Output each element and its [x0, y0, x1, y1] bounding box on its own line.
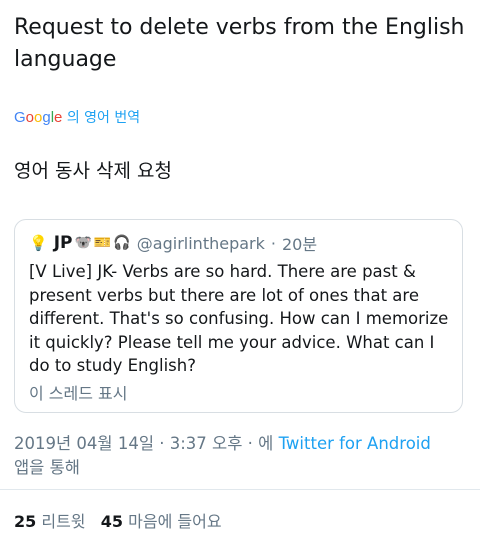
retweets-label: 리트윗 [41, 512, 86, 531]
retweets-stat[interactable]: 25 리트윗 [14, 512, 86, 531]
lightbulb-icon: 💡 [29, 234, 48, 252]
translated-by-google[interactable]: Google 의 영어 번역 [14, 108, 140, 128]
divider [0, 489, 480, 490]
quoted-tweet[interactable]: 💡 JP 🐨 🎫 🎧 @agirlinthepark · 20분 [V Live… [14, 219, 463, 413]
show-thread-link[interactable]: 이 스레드 표시 [29, 380, 128, 404]
source-app-link[interactable]: Twitter for Android [279, 434, 431, 453]
source-suffix: 앱을 통해 [14, 458, 80, 477]
tweet-stats: 25 리트윗 45 마음에 들어요 [14, 508, 222, 532]
quote-author-name[interactable]: JP [54, 233, 73, 253]
google-logo: Google [14, 109, 63, 126]
tweet-timestamp: 2019년 04월 14일 · 3:37 오후 · 에 [14, 434, 274, 453]
likes-stat[interactable]: 45 마음에 들어요 [101, 512, 222, 531]
ticket-icon: 🎫 [93, 235, 112, 251]
quote-handle[interactable]: @agirlinthepark [137, 234, 265, 253]
dot-separator: · [270, 233, 276, 253]
tweet-meta: 2019년 04월 14일 · 3:37 오후 · 에 Twitter for … [14, 432, 469, 480]
translated-text: 영어 동사 삭제 요청 [14, 160, 172, 182]
likes-count: 45 [100, 512, 124, 531]
retweets-count: 25 [14, 512, 37, 531]
quote-time: 20분 [281, 235, 318, 254]
tweet-text: Request to delete verbs from the English… [14, 15, 465, 72]
headphones-icon: 🎧 [113, 235, 131, 251]
koala-icon: 🐨 [74, 235, 92, 251]
quote-header: 💡 JP 🐨 🎫 🎧 @agirlinthepark · 20분 [29, 232, 317, 254]
translation-label: 의 영어 번역 [66, 110, 141, 126]
quote-text: [V Live] JK- Verbs are so hard. There ar… [29, 262, 449, 375]
likes-label: 마음에 들어요 [128, 512, 222, 531]
